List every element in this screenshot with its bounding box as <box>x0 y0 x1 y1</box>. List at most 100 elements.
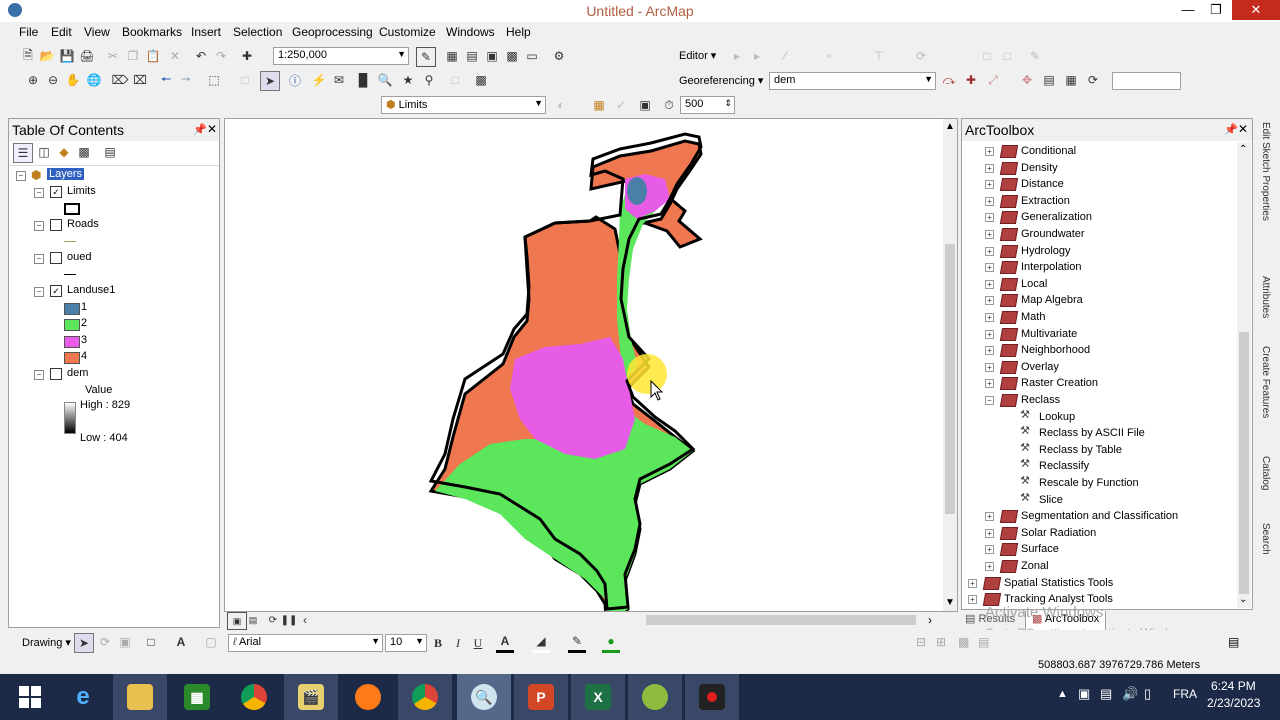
marker-color-icon[interactable]: ● <box>602 632 620 653</box>
fixed-zoom-in-icon[interactable]: ⌦ <box>111 71 129 89</box>
font-size-combo[interactable]: 10 ▼ <box>385 634 427 652</box>
full-extent-icon[interactable]: 🌐 <box>85 71 103 89</box>
georef-layer-combo[interactable]: dem ▼ <box>769 72 936 90</box>
taskbar-powerpoint[interactable]: P <box>514 674 568 720</box>
close-button[interactable]: ✕ <box>1232 0 1280 20</box>
cut-icon[interactable]: ✂ <box>104 47 122 65</box>
zoom-out-icon[interactable]: ⊖ <box>44 71 62 89</box>
pan-icon[interactable]: ✋ <box>64 71 82 89</box>
catalog-icon[interactable]: ▤ <box>463 47 481 65</box>
split-icon[interactable]: ⊤ <box>870 47 888 65</box>
create-features-icon[interactable]: ✎ <box>1026 47 1044 65</box>
new-document-icon[interactable]: 🗎 <box>19 47 37 65</box>
collapse-oued-icon[interactable]: − <box>34 254 44 264</box>
collapse-limits-icon[interactable]: − <box>34 188 44 198</box>
expand-icon[interactable]: + <box>985 230 994 239</box>
menu-view[interactable]: View <box>84 25 110 39</box>
align-icon[interactable]: ⊟ <box>916 635 926 649</box>
layer-limits[interactable]: Limits <box>67 185 96 197</box>
italic-button[interactable]: I <box>449 634 467 652</box>
measure-icon[interactable]: █ <box>354 71 372 89</box>
map-vertical-scrollbar[interactable]: ▲ ▼ <box>943 119 957 611</box>
font-combo[interactable]: ℓ Arial ▼ <box>228 634 383 652</box>
taskbar-explorer[interactable] <box>113 674 167 720</box>
add-data-icon[interactable]: ✚ <box>238 47 256 65</box>
scroll-up-icon[interactable]: ▲ <box>945 121 955 132</box>
time-slider-icon[interactable]: □ <box>446 71 464 89</box>
expand-icon[interactable]: + <box>985 528 994 538</box>
list-by-selection-icon[interactable]: ▩ <box>75 143 93 161</box>
menu-geoprocessing[interactable]: Geoprocessing <box>292 25 373 39</box>
menu-windows[interactable]: Windows <box>446 25 495 39</box>
collapse-layers-icon[interactable]: − <box>16 171 26 181</box>
close-icon[interactable]: ✕ <box>1238 122 1248 136</box>
show-hidden-icons-icon[interactable]: ▲ <box>1057 688 1068 700</box>
rotate-georef-icon[interactable]: ⤼ <box>940 71 958 89</box>
rotate-element-icon[interactable]: ⟳ <box>96 633 114 651</box>
volume-icon[interactable]: 🔊 <box>1122 686 1138 702</box>
language-indicator[interactable]: FRA <box>1173 687 1197 701</box>
fixed-zoom-out-icon[interactable]: ⌧ <box>131 71 149 89</box>
zoom-in-icon[interactable]: ⊕ <box>24 71 42 89</box>
oued-checkbox[interactable] <box>50 252 62 264</box>
scale-georef-icon[interactable]: ⤢ <box>984 71 1002 89</box>
forward-extent-icon[interactable]: 🠖 <box>177 71 195 89</box>
tab-edit-sketch-properties[interactable]: Edit Sketch Properties <box>1257 122 1271 221</box>
expand-icon[interactable]: + <box>985 512 994 522</box>
hyperlink-icon[interactable]: ⚡ <box>310 71 328 89</box>
scroll-right-icon[interactable]: › <box>928 613 932 627</box>
tab-attributes[interactable]: Attributes <box>1257 276 1271 318</box>
editor-menu[interactable]: Editor ▾ <box>679 49 716 62</box>
bold-button[interactable]: B <box>429 634 447 652</box>
expand-icon[interactable]: + <box>968 595 977 605</box>
python-icon[interactable]: ▭ <box>523 47 541 65</box>
flicker-rate-icon[interactable]: ⏱ <box>660 96 678 114</box>
pin-icon[interactable]: 📌 <box>1224 123 1238 136</box>
expand-icon[interactable]: + <box>985 263 994 273</box>
flicker-icon[interactable]: ✓ <box>612 96 630 114</box>
straight-segment-icon[interactable]: ∕ <box>776 47 794 65</box>
print-icon[interactable]: 🖨 <box>78 47 96 65</box>
menu-insert[interactable]: Insert <box>191 25 221 39</box>
options-icon[interactable]: ▤ <box>101 143 119 161</box>
table-icon[interactable]: ▦ <box>443 47 461 65</box>
target-layer-combo[interactable]: ⬢ Limits ▼ <box>381 96 546 114</box>
ungroup-icon[interactable]: ▤ <box>978 635 989 649</box>
tab-create-features[interactable]: Create Features <box>1257 346 1271 418</box>
contrast-icon[interactable]: ▣ <box>636 96 654 114</box>
scale-combo[interactable]: 1:250,000 ▼ <box>273 47 409 65</box>
scroll-thumb[interactable] <box>945 244 955 514</box>
close-icon[interactable]: ✕ <box>207 122 217 136</box>
list-by-visibility-icon[interactable]: ◆ <box>55 143 73 161</box>
signal-icon[interactable]: ▯ <box>1144 686 1151 702</box>
list-by-drawing-order-icon[interactable]: ☰ <box>13 143 33 163</box>
find-route-icon[interactable]: ★ <box>399 71 417 89</box>
swipe-icon[interactable]: ▦ <box>590 96 608 114</box>
view-link-table-icon[interactable]: ▤ <box>1040 71 1058 89</box>
menu-file[interactable]: File <box>19 25 38 39</box>
scroll-up-icon[interactable]: ⌃ <box>1239 144 1247 155</box>
expand-icon[interactable]: + <box>985 329 994 339</box>
toolbar-options-icon[interactable]: ▤ <box>1228 635 1239 649</box>
scroll-down-icon[interactable]: ▼ <box>945 597 955 608</box>
tolerance-input[interactable]: 500 ⇕ <box>680 96 735 114</box>
layer-roads[interactable]: Roads <box>67 218 99 230</box>
expand-icon[interactable]: + <box>985 296 994 306</box>
expand-icon[interactable]: + <box>985 313 994 322</box>
taskbar-qgis[interactable] <box>628 674 682 720</box>
scroll-left-icon[interactable]: ‹ <box>296 612 314 628</box>
collapse-dem-icon[interactable]: − <box>34 370 44 380</box>
tab-search[interactable]: Search <box>1257 523 1271 555</box>
clock-time[interactable]: 6:24 PM <box>1211 679 1256 693</box>
group-icon[interactable]: ▩ <box>958 635 969 649</box>
taskbar-store[interactable]: ▦ <box>170 674 224 720</box>
toolbox-scrollbar[interactable]: ⌃ ⌄ <box>1237 142 1251 608</box>
clear-selection-icon[interactable]: □ <box>236 71 254 89</box>
horizontal-scroll-thumb[interactable] <box>646 615 916 625</box>
expand-icon[interactable]: + <box>985 362 994 372</box>
rotation-input[interactable] <box>1112 72 1181 90</box>
fill-color-icon[interactable]: ◢ <box>532 632 550 653</box>
redo-icon[interactable]: ↷ <box>212 47 230 65</box>
attributes-icon[interactable]: □ <box>978 47 996 65</box>
edit-vertices-icon[interactable]: ▢ <box>202 633 220 651</box>
